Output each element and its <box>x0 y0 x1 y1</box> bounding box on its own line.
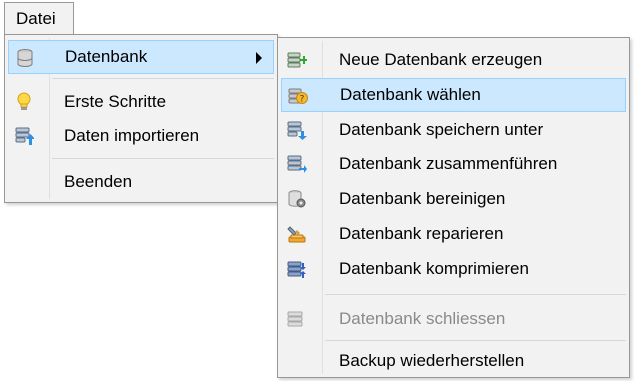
lightbulb-icon <box>17 92 31 110</box>
menu-item-label: Datenbank zusammenführen <box>339 154 558 173</box>
menu-item-label: Datenbank <box>65 47 148 66</box>
menu-separator <box>52 158 274 159</box>
menu-item-datenbank-schliessen: Datenbank schliessen <box>281 302 626 336</box>
menu-item-backup-wiederherstellen[interactable]: Backup wiederherstellen <box>281 344 626 378</box>
submenu-arrow-icon <box>256 52 262 64</box>
database-save-icon <box>287 121 307 140</box>
menu-item-datenbank-bereinigen[interactable]: Datenbank bereinigen <box>281 182 626 216</box>
menu-item-datenbank-reparieren[interactable]: Datenbank reparieren <box>281 217 626 251</box>
menu-item-beenden[interactable]: Beenden <box>8 165 274 199</box>
menu-item-label: Erste Schritte <box>64 92 167 111</box>
database-clean-icon <box>288 190 306 208</box>
menu-separator <box>325 294 626 295</box>
menu-item-label: Beenden <box>64 172 133 191</box>
svg-text:?: ? <box>300 95 305 105</box>
menu-item-datenbank[interactable]: Datenbank <box>8 40 274 74</box>
menu-item-label: Datenbank reparieren <box>339 224 504 243</box>
database-close-icon <box>287 311 303 327</box>
database-icon <box>17 49 33 67</box>
database-import-icon <box>15 127 34 145</box>
file-menu: Datenbank Erste Schritte Daten importier… <box>4 34 278 203</box>
menu-item-datenbank-waehlen[interactable]: ? Datenbank wählen <box>281 78 626 112</box>
menu-item-erste-schritte[interactable]: Erste Schritte <box>8 85 274 119</box>
database-select-icon: ? <box>288 88 308 105</box>
menu-item-label: Daten importieren <box>64 126 200 145</box>
menu-item-label: Datenbank speichern unter <box>339 120 544 139</box>
menu-item-label: Neue Datenbank erzeugen <box>339 50 543 69</box>
database-merge-icon <box>287 155 307 173</box>
menu-separator <box>325 340 626 341</box>
database-add-icon <box>287 52 307 68</box>
menu-item-datenbank-zusammenfuehren[interactable]: Datenbank zusammenführen <box>281 147 626 181</box>
menu-item-daten-importieren[interactable]: Daten importieren <box>8 119 274 153</box>
menu-item-datenbank-speichern-unter[interactable]: Datenbank speichern unter <box>281 113 626 147</box>
menu-item-label: Backup wiederherstellen <box>339 351 525 370</box>
menu-item-label: Datenbank schliessen <box>339 309 506 328</box>
menu-file-label: Datei <box>16 9 56 28</box>
menu-file[interactable]: Datei <box>4 2 74 35</box>
menu-item-label: Datenbank komprimieren <box>339 259 529 278</box>
menu-item-datenbank-komprimieren[interactable]: Datenbank komprimieren <box>281 252 626 286</box>
menu-item-label: Datenbank bereinigen <box>339 189 506 208</box>
database-repair-icon <box>287 226 306 243</box>
menu-item-neue-datenbank[interactable]: Neue Datenbank erzeugen <box>281 43 626 77</box>
datenbank-submenu: Neue Datenbank erzeugen ? Datenbank wähl… <box>277 37 630 378</box>
database-compress-icon <box>287 261 306 278</box>
menu-item-label: Datenbank wählen <box>340 85 481 104</box>
menu-separator <box>52 78 274 79</box>
